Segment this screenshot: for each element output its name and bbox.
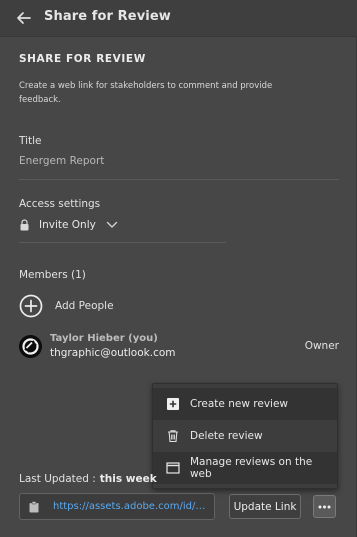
menu-item-label: Manage reviews on the web — [189, 456, 313, 480]
section-heading: SHARE FOR REVIEW — [19, 53, 146, 65]
menu-item-label: Delete review — [190, 430, 263, 442]
review-link-field[interactable]: https://assets.adobe.com/id/ur... — [19, 493, 215, 520]
review-options-menu: Create new review Delete review Manage r… — [152, 383, 338, 489]
arrow-left-icon[interactable] — [15, 9, 33, 27]
menu-item-create-new-review[interactable]: Create new review — [153, 388, 337, 420]
add-people-label: Add People — [55, 300, 114, 312]
menu-item-delete-review[interactable]: Delete review — [153, 420, 337, 452]
title-label: Title — [19, 135, 42, 147]
last-updated: Last Updated : this week — [19, 473, 157, 485]
access-divider — [19, 242, 226, 243]
clipboard-icon[interactable] — [29, 500, 39, 513]
window-icon — [166, 462, 180, 474]
title-divider — [19, 179, 339, 180]
ellipsis-icon — [318, 505, 331, 508]
access-dropdown[interactable]: Invite Only — [19, 219, 118, 231]
panel-header: Share for Review — [0, 0, 357, 37]
access-settings-label: Access settings — [19, 198, 101, 210]
add-people-button[interactable]: Add People — [19, 294, 114, 318]
add-circle-icon — [19, 294, 43, 318]
last-updated-label: Last Updated : — [19, 473, 96, 485]
section-description: Create a web link for stakeholders to co… — [19, 81, 273, 105]
member-email: thgraphic@outlook.com — [50, 347, 176, 359]
access-value: Invite Only — [39, 219, 96, 231]
menu-item-label: Create new review — [190, 398, 288, 410]
avatar — [19, 335, 42, 358]
member-name: Taylor Hieber (you) — [50, 333, 158, 344]
avatar-logo-icon — [19, 335, 42, 358]
member-role: Owner — [304, 340, 339, 352]
menu-item-manage-reviews-web[interactable]: Manage reviews on the web — [153, 452, 337, 484]
review-link-url[interactable]: https://assets.adobe.com/id/ur... — [53, 501, 211, 512]
last-updated-value: this week — [99, 473, 157, 485]
plus-square-icon — [167, 398, 179, 410]
more-options-button[interactable] — [313, 495, 336, 518]
trash-icon — [168, 430, 178, 443]
update-link-button[interactable]: Update Link — [229, 494, 301, 519]
chevron-down-icon — [106, 221, 118, 228]
members-label: Members (1) — [19, 269, 86, 281]
lock-icon — [20, 219, 29, 231]
title-input[interactable]: Energem Report — [19, 155, 104, 167]
panel-title: Share for Review — [44, 9, 171, 24]
share-for-review-panel: Share for Review SHARE FOR REVIEW Create… — [0, 0, 357, 537]
member-row: Taylor Hieber (you) thgraphic@outlook.co… — [19, 333, 339, 363]
